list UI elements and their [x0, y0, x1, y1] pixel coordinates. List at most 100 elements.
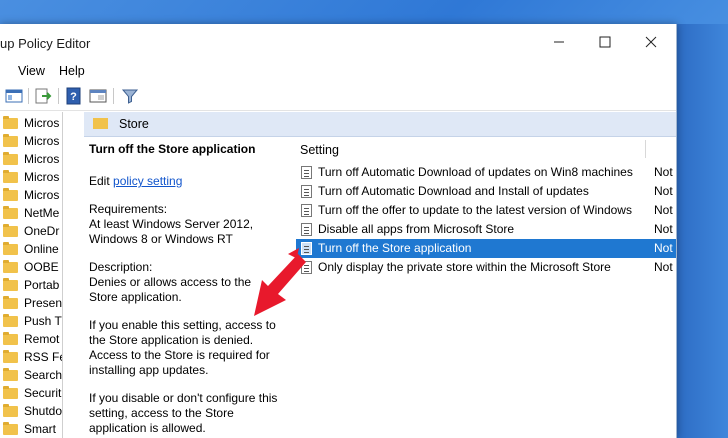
setting-state: Not: [654, 241, 673, 255]
tree-item-label: Shutdo: [24, 404, 63, 418]
tree-item[interactable]: Portab: [0, 276, 62, 294]
tree-item[interactable]: Presen: [0, 294, 62, 312]
close-icon: [645, 36, 657, 48]
tree-item[interactable]: NetMe: [0, 204, 62, 222]
list-item-selected[interactable]: Turn off the Store application Not: [296, 239, 676, 258]
folder-icon: [3, 422, 18, 435]
tree-item[interactable]: Micros: [0, 132, 62, 150]
policy-setting-icon: [301, 223, 312, 236]
tree-item-label: Micros: [24, 152, 60, 166]
annotation-arrow-icon: [254, 248, 306, 316]
toolbar-separator: [113, 88, 114, 104]
policy-setting-icon: [301, 166, 312, 179]
folder-header: Store: [84, 112, 676, 137]
setting-state: Not: [654, 165, 673, 179]
folder-icon: [3, 116, 18, 129]
toolbar-separator: [28, 88, 29, 104]
description-text: Denies or allows access to the Store app…: [89, 275, 252, 304]
tree-item[interactable]: Remot: [0, 330, 62, 348]
column-divider[interactable]: [645, 140, 646, 158]
folder-icon: [3, 170, 18, 183]
help-icon[interactable]: ?: [64, 86, 84, 106]
tree-item-label: OOBE: [24, 260, 59, 274]
close-button[interactable]: [628, 24, 674, 60]
minimize-button[interactable]: [536, 24, 582, 60]
minimize-icon: [554, 41, 564, 43]
tree-item[interactable]: Push T: [0, 312, 62, 330]
folder-icon: [3, 134, 18, 147]
tree-item-label: Portab: [24, 278, 60, 292]
menu-help[interactable]: Help: [59, 64, 85, 78]
tree-item-label: Push T: [24, 314, 62, 328]
tree-item-label: OneDr: [24, 224, 60, 238]
tree-item[interactable]: Micros: [0, 150, 62, 168]
setting-title: Turn off the Store application: [89, 142, 256, 156]
folder-icon: [3, 224, 18, 237]
setting-state: Not: [654, 222, 673, 236]
settings-list: Setting Turn off Automatic Download of u…: [288, 136, 676, 438]
requirements-label: Requirements:: [89, 202, 168, 216]
folder-icon: [3, 152, 18, 165]
tree-item[interactable]: Securit: [0, 384, 62, 402]
desktop-background: [676, 24, 728, 438]
group-policy-editor-window: up Policy Editor View Help ? Micros Micr…: [0, 24, 677, 438]
tree-item[interactable]: RSS Fe: [0, 348, 62, 366]
list-item[interactable]: Turn off the offer to update to the late…: [296, 201, 676, 220]
tree-item-label: Online: [24, 242, 59, 256]
setting-state: Not: [654, 260, 673, 274]
edit-prefix: Edit: [89, 174, 114, 188]
folder-icon: [3, 260, 18, 273]
tree-item[interactable]: Smart: [0, 420, 62, 438]
folder-header-title: Store: [119, 117, 149, 131]
export-list-icon[interactable]: [33, 86, 53, 106]
edit-line: Edit policy setting: [89, 174, 279, 189]
menu-bar: View Help: [0, 60, 676, 82]
details-pane: Store Turn off the Store application Edi…: [84, 112, 676, 438]
setting-name: Only display the private store within th…: [318, 260, 611, 274]
list-item[interactable]: Turn off Automatic Download and Install …: [296, 182, 676, 201]
show-hide-console-tree-icon[interactable]: [4, 86, 24, 106]
tree-item-label: Micros: [24, 170, 60, 184]
tree-item[interactable]: Online: [0, 240, 62, 258]
tree-item[interactable]: Search: [0, 366, 62, 384]
requirements-text: At least Windows Server 2012, Windows 8 …: [89, 217, 254, 246]
setting-name: Turn off Automatic Download and Install …: [318, 184, 589, 198]
folder-icon: [3, 368, 18, 381]
toolbar: ?: [0, 82, 676, 111]
tree-item[interactable]: Micros: [0, 114, 62, 132]
setting-name: Turn off Automatic Download of updates o…: [318, 165, 633, 179]
folder-icon: [3, 404, 18, 417]
setting-name: Disable all apps from Microsoft Store: [318, 222, 515, 236]
maximize-icon: [599, 36, 611, 48]
folder-icon: [3, 206, 18, 219]
extended-view-icon[interactable]: [88, 86, 108, 106]
folder-icon: [3, 386, 18, 399]
window-title: up Policy Editor: [0, 36, 91, 51]
column-header-setting[interactable]: Setting: [300, 143, 339, 157]
policy-setting-link[interactable]: policy setting: [113, 174, 182, 188]
maximize-button[interactable]: [582, 24, 628, 60]
filter-icon[interactable]: [120, 86, 140, 106]
folder-icon: [3, 188, 18, 201]
tree-item[interactable]: OOBE: [0, 258, 62, 276]
menu-view[interactable]: View: [18, 64, 45, 78]
tree-item-label: Securit: [24, 386, 62, 400]
setting-state: Not: [654, 203, 673, 217]
list-item[interactable]: Disable all apps from Microsoft Store Not: [296, 220, 676, 239]
tree-item[interactable]: Micros: [0, 186, 62, 204]
folder-icon: [3, 314, 18, 327]
folder-icon: [93, 118, 108, 129]
folder-icon: [3, 242, 18, 255]
list-item[interactable]: Only display the private store within th…: [296, 258, 676, 277]
tree-item[interactable]: Micros: [0, 168, 62, 186]
setting-name: Turn off the Store application: [318, 241, 472, 255]
setting-state: Not: [654, 184, 673, 198]
policy-setting-icon: [301, 204, 312, 217]
tree-item[interactable]: Shutdo: [0, 402, 62, 420]
tree-item-label: RSS Fe: [24, 350, 63, 364]
setting-name: Turn off the offer to update to the late…: [318, 203, 632, 217]
list-item[interactable]: Turn off Automatic Download of updates o…: [296, 163, 676, 182]
tree-item[interactable]: OneDr: [0, 222, 62, 240]
svg-text:?: ?: [70, 91, 77, 103]
folder-icon: [3, 350, 18, 363]
